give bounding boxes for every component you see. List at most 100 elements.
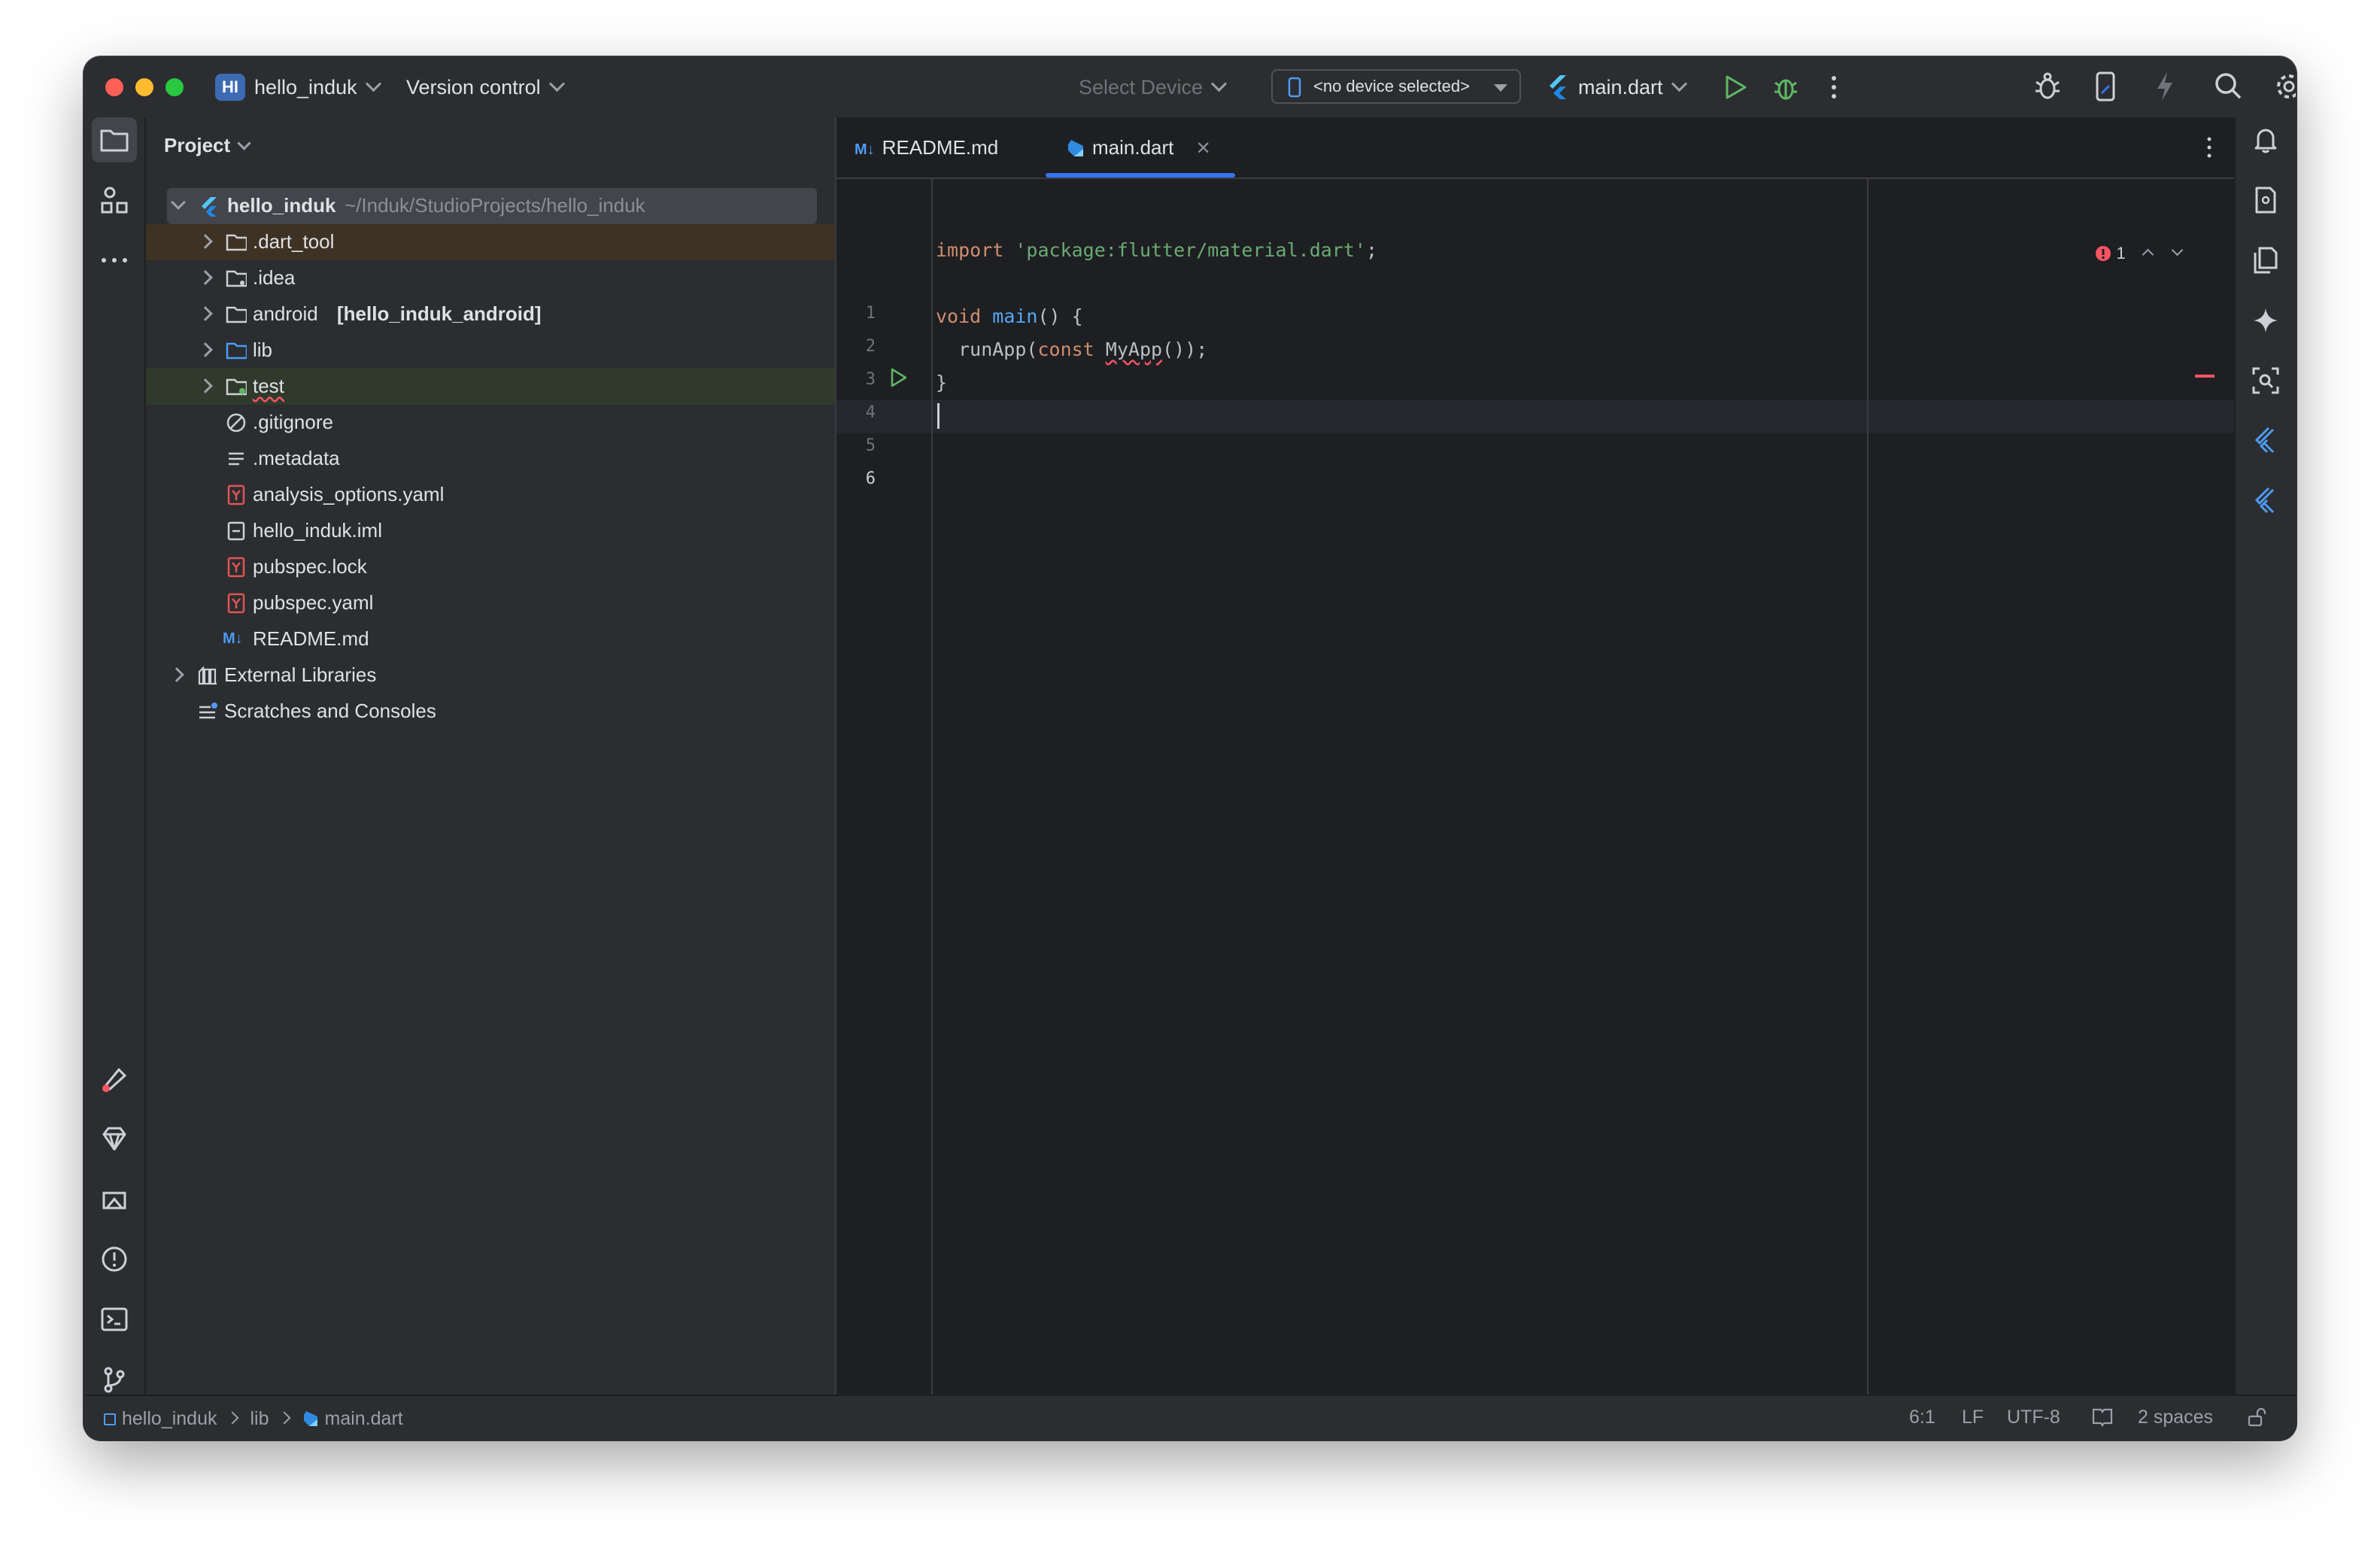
tree-item-scratches[interactable]: Scratches and Consoles: [146, 694, 835, 730]
right-tool-strip: [2234, 117, 2296, 1396]
zoom-window-button[interactable]: [165, 78, 184, 96]
run-icon[interactable]: [1723, 74, 1748, 101]
tree-item-analysis-options[interactable]: analysis_options.yaml: [146, 477, 835, 513]
breadcrumb-item[interactable]: hello_induk: [122, 1408, 217, 1429]
tree-item-label: External Libraries: [224, 663, 377, 686]
app-quality-button[interactable]: [92, 1176, 137, 1222]
expand-arrow-icon: [171, 195, 186, 210]
breadcrumb-item[interactable]: main.dart: [325, 1408, 403, 1429]
gradle-button[interactable]: [2243, 178, 2288, 223]
caret-position[interactable]: 6:1: [1909, 1407, 1935, 1428]
line-separator[interactable]: LF: [1962, 1407, 1984, 1428]
code-line-5[interactable]: }: [936, 372, 947, 393]
sparkle-icon: [2254, 308, 2278, 332]
error-stripe-marker[interactable]: [2195, 375, 2215, 378]
project-panel-header[interactable]: Project: [164, 134, 251, 157]
flutter-outline-button[interactable]: [2243, 418, 2288, 463]
chevron-right-icon: [226, 1411, 238, 1425]
flutter-inspector-button[interactable]: [92, 1056, 137, 1101]
editor-area: M↓ README.md main.dart ✕ 1 2 3 4 5 6 imp…: [835, 117, 2236, 1396]
tree-item-readme[interactable]: M↓ README.md: [146, 621, 835, 657]
android-icon: [102, 1191, 126, 1210]
inspection-widget[interactable]: 1: [2095, 242, 2184, 265]
layout-inspector-button[interactable]: [2243, 358, 2288, 403]
tab-readme[interactable]: M↓ README.md: [855, 117, 998, 178]
tree-item-external-libraries[interactable]: External Libraries: [146, 657, 835, 694]
current-line-highlight: [836, 400, 2236, 433]
tree-item-android[interactable]: android [hello_induk_android]: [146, 296, 835, 332]
tree-item-metadata[interactable]: .metadata: [146, 441, 835, 477]
right-margin-guide: [1867, 179, 1868, 1396]
code-line-1[interactable]: import 'package:flutter/material.dart';: [936, 239, 1377, 261]
gemini-button[interactable]: [2243, 298, 2288, 343]
tree-item-pubspec-lock[interactable]: pubspec.lock: [146, 549, 835, 585]
dart-file-icon: [1068, 140, 1083, 156]
folder-icon: [226, 306, 247, 323]
minimize-window-button[interactable]: [135, 78, 153, 96]
code-token: () {: [1037, 305, 1083, 327]
tree-item-lib[interactable]: lib: [146, 332, 835, 369]
reader-mode-icon[interactable]: [2091, 1407, 2114, 1428]
device-selector[interactable]: <no device selected>: [1271, 69, 1521, 104]
tab-main-dart[interactable]: main.dart ✕: [1046, 117, 1235, 178]
root-name: hello_induk: [227, 194, 336, 217]
gear-icon[interactable]: [2273, 71, 2296, 102]
project-badge[interactable]: HI: [215, 74, 245, 101]
test-folder-icon: [226, 378, 247, 396]
run-config-selector[interactable]: main.dart: [1578, 74, 1687, 101]
keyword: import: [936, 239, 1004, 261]
notifications-button[interactable]: [2243, 117, 2288, 162]
version-control-menu[interactable]: Version control: [406, 74, 565, 101]
file-encoding[interactable]: UTF-8: [2007, 1407, 2060, 1428]
problems-tool-button[interactable]: [92, 1237, 137, 1282]
device-manager-icon[interactable]: [2094, 71, 2118, 102]
ide-window: HI hello_induk Version control Select De…: [84, 57, 2296, 1440]
breadcrumb: hello_induk lib main.dart: [104, 1407, 403, 1430]
title-bar: HI hello_induk Version control Select De…: [84, 57, 2296, 119]
close-window-button[interactable]: [105, 78, 123, 96]
breadcrumb-item[interactable]: lib: [250, 1408, 269, 1429]
tree-item-label: Scratches and Consoles: [224, 700, 436, 722]
structure-icon: [101, 187, 128, 214]
tree-item-pubspec-yaml[interactable]: pubspec.yaml: [146, 585, 835, 621]
debug-icon[interactable]: [1772, 72, 1799, 102]
next-problem-icon[interactable]: [2171, 244, 2184, 256]
tree-item-gitignore[interactable]: .gitignore: [146, 405, 835, 441]
tree-item-label: .dart_tool: [253, 230, 335, 253]
code-line-3[interactable]: void main() {: [936, 305, 1083, 327]
terminal-tool-button[interactable]: [92, 1297, 137, 1342]
previous-problem-icon[interactable]: [2142, 248, 2154, 261]
search-icon[interactable]: [2213, 71, 2243, 102]
project-tool-button[interactable]: [92, 117, 137, 162]
more-tools-button[interactable]: [92, 238, 137, 283]
more-tabs-icon[interactable]: [2205, 135, 2213, 159]
code-line-4[interactable]: runApp(const MyApp());: [936, 338, 1207, 360]
gem-tool-button[interactable]: [92, 1116, 137, 1161]
close-tab-icon[interactable]: ✕: [1196, 138, 1211, 159]
more-actions-icon[interactable]: [1829, 74, 1838, 101]
code-token: runApp(: [936, 338, 1038, 360]
tree-item-dart-tool[interactable]: .dart_tool: [146, 224, 835, 260]
yaml-file-icon: [227, 557, 245, 578]
tree-root-row[interactable]: hello_induk ~/Induk/StudioProjects/hello…: [167, 188, 817, 224]
scratches-icon: [199, 703, 217, 719]
structure-tool-button[interactable]: [92, 178, 137, 223]
chevron-down-icon: [237, 136, 251, 150]
bug-settings-icon[interactable]: [2032, 71, 2063, 102]
flutter-performance-button[interactable]: [2243, 478, 2288, 524]
warning-circle-icon: [102, 1246, 127, 1272]
tree-item-test[interactable]: test: [146, 369, 835, 405]
select-device-label: Select Device: [1079, 76, 1204, 99]
device-explorer-button[interactable]: [2243, 238, 2288, 283]
select-device-menu[interactable]: Select Device: [1079, 74, 1228, 101]
hot-reload-icon[interactable]: [2154, 71, 2175, 102]
tree-item-label: .gitignore: [253, 411, 333, 433]
tree-item-iml[interactable]: hello_induk.iml: [146, 513, 835, 549]
tree-item-idea[interactable]: .idea: [146, 260, 835, 296]
project-selector[interactable]: hello_induk: [254, 74, 381, 101]
version-control-label: Version control: [406, 76, 541, 99]
run-gutter-icon[interactable]: [889, 367, 909, 388]
tree-item-label: .idea: [253, 266, 296, 289]
unlock-icon[interactable]: [2246, 1407, 2267, 1428]
indent-setting[interactable]: 2 spaces: [2138, 1407, 2213, 1428]
